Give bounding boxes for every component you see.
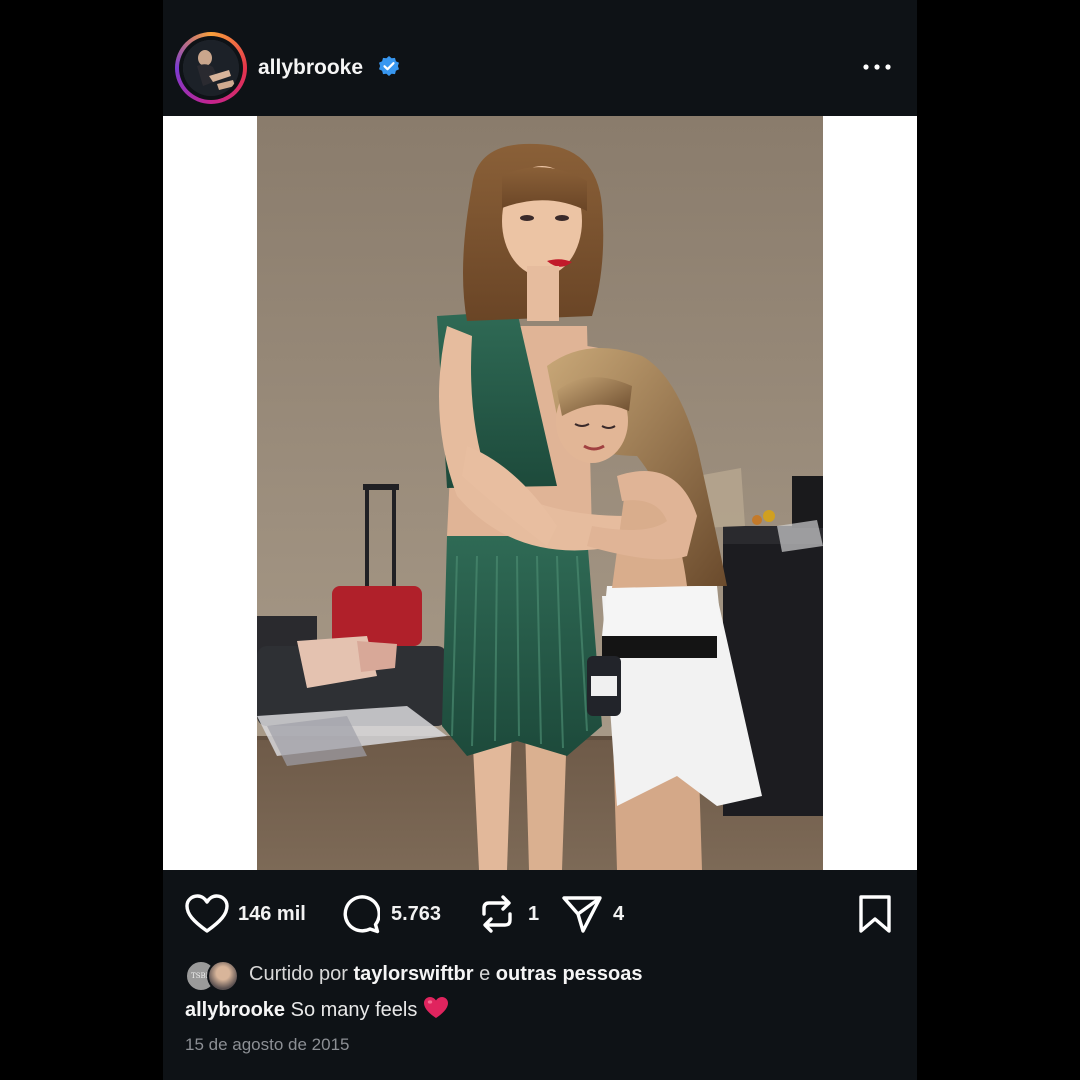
comments-count[interactable]: 5.763 [391,902,441,926]
like-heart-icon[interactable] [185,894,229,934]
post-caption: allybrooke So many feels [185,996,449,1023]
comment-icon[interactable] [340,894,380,934]
repost-icon[interactable] [478,894,516,934]
instagram-post: allybrooke 146 mil 5.763 1 4 TSBR Curtid… [163,0,917,1080]
liker-avatar-2 [207,960,239,992]
post-actions: 146 mil 5.763 1 4 [163,870,917,960]
shares-count[interactable]: 4 [613,902,624,926]
liked-by-others[interactable]: outras pessoas [496,963,643,985]
liked-by-row[interactable]: TSBR Curtido por taylorswiftbr e outras … [185,958,885,992]
liked-by-prefix: Curtido por [249,963,348,985]
likes-count[interactable]: 146 mil [238,902,306,926]
post-header: allybrooke [163,0,917,116]
share-icon[interactable] [561,894,603,934]
more-options-icon[interactable] [861,56,893,78]
avatar[interactable] [183,40,239,96]
story-ring[interactable] [175,32,247,104]
post-username[interactable]: allybrooke [258,55,363,81]
bookmark-icon[interactable] [857,894,893,934]
caption-text: So many feels [290,999,418,1021]
liked-by-text: Curtido por taylorswiftbr e outras pesso… [249,962,643,986]
liked-by-user[interactable]: taylorswiftbr [354,963,474,985]
avatar-border [179,36,243,100]
red-heart-emoji-icon [423,997,448,1018]
post-photo[interactable] [257,116,823,870]
reposts-count[interactable]: 1 [528,902,539,926]
caption-username[interactable]: allybrooke [185,999,285,1021]
post-photo-illustration [257,116,823,870]
post-date: 15 de agosto de 2015 [185,1035,350,1054]
post-media[interactable] [163,116,917,870]
avatar-image [183,40,239,96]
liked-by-conjunction: e [479,963,491,985]
verified-badge-icon [379,56,399,76]
